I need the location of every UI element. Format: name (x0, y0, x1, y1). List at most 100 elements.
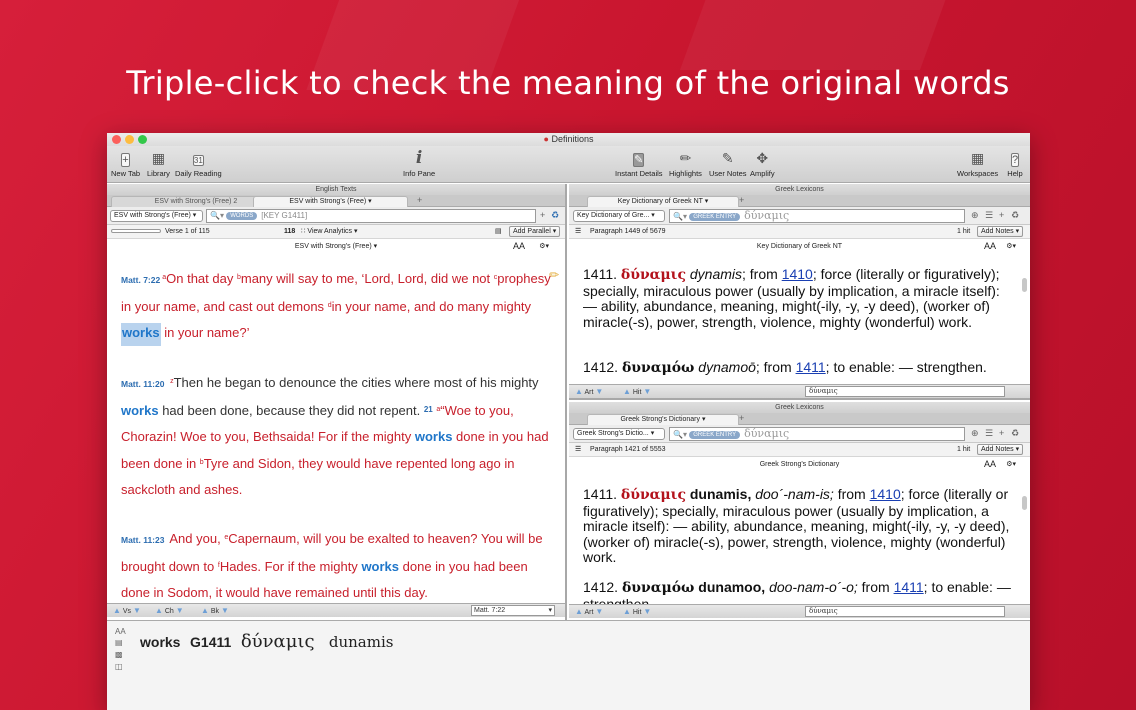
passage-matt-11-23: Matt. 11:23 And you, eCapernaum, will yo… (121, 531, 543, 600)
copy-icon[interactable]: ▤ (115, 638, 123, 647)
strongs-link[interactable]: 1410 (782, 266, 813, 282)
verse-ref[interactable]: Matt. 11:23 (121, 535, 164, 545)
clipboard-icon[interactable]: ▩ (115, 650, 123, 659)
selected-word[interactable]: works (121, 323, 161, 346)
search-input[interactable]: 🔍▾ GREEK ENTRY δύναμις (669, 209, 965, 223)
article-nav[interactable]: ▲ Art ▼ (575, 605, 603, 619)
hit-nav[interactable]: ▲ Hit ▼ (623, 605, 651, 619)
entry-field[interactable]: δύναμις (805, 606, 1005, 617)
font-size-icon[interactable]: AA (115, 627, 126, 636)
chevron-down-icon: ▾ (548, 607, 552, 614)
list-icon[interactable]: ☰ (985, 428, 993, 439)
font-size-icon[interactable]: AA (984, 239, 996, 254)
pronunciation: doo´-nam-is; (755, 486, 834, 502)
minimize-window-button[interactable] (125, 135, 134, 144)
zoom-window-button[interactable] (138, 135, 147, 144)
search-input[interactable]: 🔍▾ GREEK ENTRY δύναμις (669, 427, 965, 441)
strongs-link[interactable]: 1410 (870, 486, 901, 502)
zoom-icon[interactable]: ⊕ (971, 428, 979, 439)
add-icon[interactable]: + (999, 210, 1004, 220)
gear-icon[interactable]: ⚙▾ (539, 239, 549, 254)
info-strongs-number[interactable]: G1411 (190, 634, 231, 650)
add-notes-button[interactable]: Add Notes ▾ (977, 226, 1024, 237)
close-window-button[interactable] (112, 135, 121, 144)
entry-field[interactable]: δύναμις (805, 386, 1005, 397)
library-button[interactable]: ▦ Library (147, 149, 170, 178)
link-icon[interactable]: ♻ (1011, 210, 1019, 221)
up-icon: ▲ (113, 606, 121, 615)
hit-nav[interactable]: ▲ Hit ▼ (623, 385, 651, 398)
matched-word[interactable]: works (121, 403, 159, 418)
gear-icon[interactable]: ⚙▾ (1006, 239, 1016, 254)
workspaces-icon: ▦ (970, 150, 985, 166)
search-input[interactable]: 🔍▾ WORDS [KEY G1411] (206, 209, 536, 223)
module-select[interactable]: Greek Strong's Dictio... ▾ (573, 428, 665, 440)
article-nav[interactable]: ▲ Art ▼ (575, 385, 604, 398)
tab-menu-icon[interactable]: ▾ (368, 198, 372, 205)
search-mode-pill[interactable]: GREEK ENTRY (689, 213, 741, 221)
font-size-icon[interactable]: AA (513, 239, 525, 254)
add-icon[interactable]: + (540, 210, 545, 220)
add-notes-button[interactable]: Add Notes ▾ (977, 444, 1024, 455)
user-notes-button[interactable]: ✎ User Notes (709, 149, 747, 178)
verse-progress-bar[interactable] (111, 229, 161, 233)
down-icon: ▼ (595, 387, 604, 396)
scrollbar[interactable] (1022, 278, 1027, 292)
font-size-icon[interactable]: AA (984, 457, 996, 472)
article-nav-bar: ▲ Art ▼ ▲ Hit ▼ δύναμις (569, 384, 1030, 398)
new-tab-button[interactable]: + New Tab (111, 149, 140, 178)
notes-icon: ✎ (721, 150, 734, 166)
module-select[interactable]: Key Dictionary of Gre... ▾ (573, 210, 665, 222)
compare-icon[interactable]: ▤ (495, 225, 502, 238)
add-tab-icon[interactable]: + (739, 413, 744, 423)
text-subtitle-label: Greek Strong's Dictionary (759, 461, 840, 468)
gear-icon[interactable]: ⚙▾ (1006, 457, 1016, 472)
list-icon[interactable]: ☰ (985, 210, 993, 221)
scrollbar[interactable] (1022, 496, 1027, 510)
window-icon[interactable]: ◫ (115, 662, 123, 671)
module-select[interactable]: ESV with Strong's (Free) ▾ (110, 210, 203, 222)
matched-word[interactable]: works (415, 429, 453, 444)
entry-text: from (833, 486, 870, 502)
view-analytics-label: View Analytics (307, 228, 353, 235)
strongs-link[interactable]: 1411 (894, 579, 924, 595)
reference-field[interactable]: Matt. 7:22 ▾ (471, 605, 555, 616)
book-nav[interactable]: ▲ Bk ▼ (201, 604, 229, 618)
view-analytics-button[interactable]: ∷ View Analytics ▾ (301, 225, 358, 238)
module-select-value: Greek Strong's Dictio... (577, 430, 649, 437)
strongs-link[interactable]: 1411 (796, 359, 826, 375)
tab-menu-icon[interactable]: ▾ (705, 198, 709, 205)
add-icon[interactable]: + (999, 428, 1004, 438)
link-icon[interactable]: ♻ (551, 210, 559, 221)
workspaces-button[interactable]: ▦ Workspaces (957, 149, 998, 178)
tab-esv[interactable]: ESV with Strong's (Free) ▾ (253, 196, 408, 207)
add-parallel-button[interactable]: Add Parallel ▾ (509, 226, 561, 237)
tab-strongs-dictionary[interactable]: Greek Strong's Dictionary ▾ (587, 414, 739, 425)
add-tab-icon[interactable]: + (739, 195, 744, 205)
add-tab-icon[interactable]: + (417, 195, 422, 205)
amplify-button[interactable]: ✥ Amplify (750, 149, 775, 178)
verse-ref[interactable]: Matt. 7:22 (121, 275, 160, 285)
search-mode-pill[interactable]: WORDS (226, 212, 258, 220)
book-nav-label: Bk (210, 608, 220, 615)
tab-key-dictionary[interactable]: Key Dictionary of Greek NT ▾ (587, 196, 739, 207)
zoom-icon[interactable]: ⊕ (971, 210, 979, 221)
search-icon: 🔍▾ (673, 430, 687, 439)
list-icon[interactable]: ☰ (575, 225, 581, 238)
instant-details-button[interactable]: ✎ Instant Details (615, 149, 663, 178)
matched-word[interactable]: works (361, 559, 399, 574)
link-icon[interactable]: ♻ (1011, 428, 1019, 439)
tab-menu-icon[interactable]: ▾ (702, 416, 706, 423)
help-button[interactable]: ? Help (1005, 149, 1025, 178)
highlights-button[interactable]: ✏ Highlights (669, 149, 702, 178)
add-parallel-label: Add Parallel (513, 228, 551, 235)
info-pane-label: Info Pane (403, 169, 436, 178)
info-pane-button[interactable]: i Info Pane (403, 149, 436, 179)
verse-nav[interactable]: ▲ Vs ▼ (113, 604, 141, 618)
list-icon[interactable]: ☰ (575, 443, 581, 456)
verse-ref[interactable]: Matt. 11:20 (121, 379, 164, 389)
search-mode-pill[interactable]: GREEK ENTRY (689, 431, 741, 439)
chapter-nav[interactable]: ▲ Ch ▼ (155, 604, 184, 618)
module-select-value: Key Dictionary of Gre... (577, 212, 650, 219)
daily-reading-button[interactable]: 31 Daily Reading (175, 149, 222, 178)
